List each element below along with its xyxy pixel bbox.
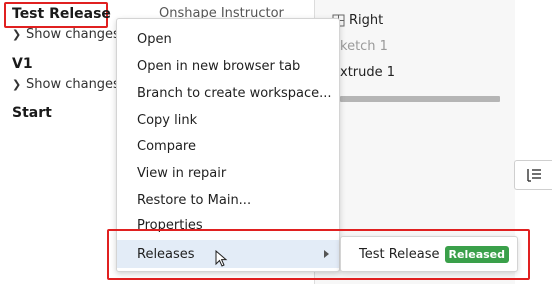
menu-item-compare[interactable]: Compare — [117, 133, 339, 159]
feature-tree-item[interactable]: xtrude 1 — [340, 65, 395, 80]
feature-tree-label: xtrude 1 — [340, 65, 396, 80]
show-changes-toggle[interactable]: ❯ Show changes — [12, 77, 120, 92]
history-entry-title[interactable]: Test Release — [12, 6, 111, 22]
chevron-right-icon: ❯ — [12, 78, 22, 91]
menu-item-restore[interactable]: Restore to Main... — [117, 187, 339, 213]
show-changes-toggle[interactable]: ❯ Show changes — [12, 27, 120, 42]
chevron-right-icon: ❯ — [12, 28, 22, 41]
show-changes-label: Show changes — [26, 27, 120, 42]
menu-item-copy-link[interactable]: Copy link — [117, 107, 339, 133]
feature-tree-item[interactable]: ketch 1 — [340, 39, 388, 54]
menu-item-open-new-tab[interactable]: Open in new browser tab — [117, 53, 339, 79]
horizontal-scrollbar[interactable] — [340, 96, 500, 102]
feature-tree-label: ketch 1 — [340, 39, 388, 54]
history-entry-title[interactable]: V1 — [12, 56, 33, 72]
show-changes-label: Show changes — [26, 77, 120, 92]
releases-highlight — [107, 229, 530, 280]
menu-item-view-in-repair[interactable]: View in repair — [117, 160, 339, 186]
feature-list-icon — [526, 169, 541, 182]
history-entry-title[interactable]: Start — [12, 105, 52, 121]
feature-list-button[interactable] — [514, 160, 552, 190]
menu-item-branch[interactable]: Branch to create workspace... — [117, 80, 339, 106]
menu-item-open[interactable]: Open — [117, 26, 339, 52]
feature-tree-label: Right — [349, 13, 384, 28]
